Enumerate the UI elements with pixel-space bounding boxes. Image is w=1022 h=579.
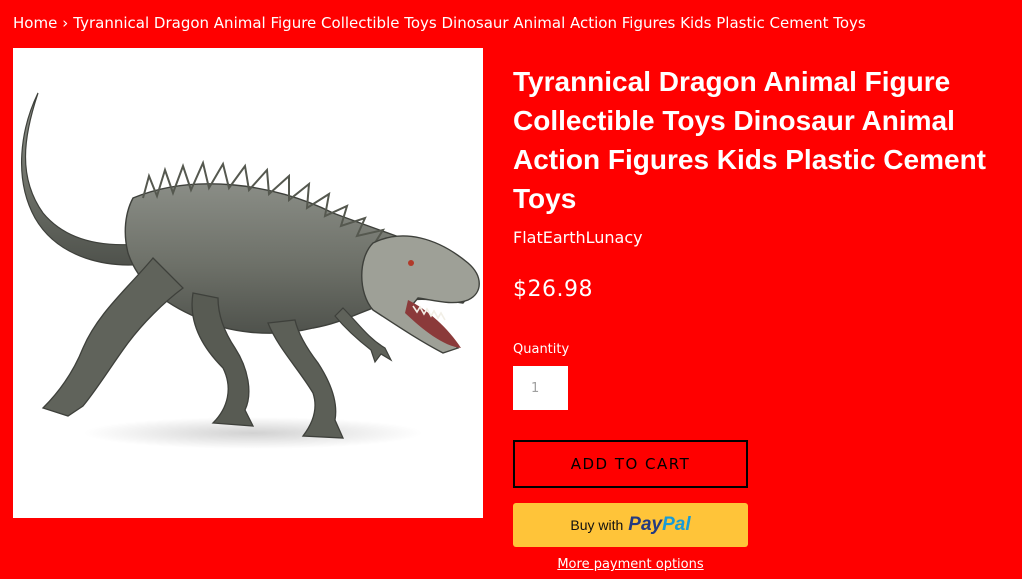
- paypal-logo-icon: PayPal: [628, 514, 690, 536]
- paypal-logo-pal: Pal: [662, 514, 691, 535]
- product-image[interactable]: [13, 48, 483, 518]
- paypal-buy-button[interactable]: Buy with PayPal: [513, 503, 748, 547]
- paypal-buy-with-label: Buy with: [570, 517, 624, 533]
- quantity-label: Quantity: [513, 342, 570, 357]
- add-to-cart-button[interactable]: ADD TO CART: [513, 440, 748, 488]
- breadcrumb-separator-icon: ›: [62, 14, 69, 32]
- paypal-logo-pay: Pay: [628, 514, 663, 535]
- dinosaur-figure-image: [21, 92, 480, 449]
- breadcrumb: Home › Tyrannical Dragon Animal Figure Col…: [13, 12, 866, 34]
- product-price: $26.98: [513, 277, 593, 302]
- product-info: Tyrannical Dragon Animal Figure Collecti…: [513, 62, 1003, 305]
- product-title: Tyrannical Dragon Animal Figure Collecti…: [513, 66, 986, 214]
- breadcrumb-current: Tyrannical Dragon Animal Figure Collecti…: [73, 14, 866, 32]
- product-vendor[interactable]: FlatEarthLunacy: [513, 228, 1003, 248]
- more-payment-options-link[interactable]: More payment options: [513, 557, 748, 572]
- breadcrumb-home-link[interactable]: Home: [13, 14, 57, 32]
- quantity-input[interactable]: [513, 366, 568, 410]
